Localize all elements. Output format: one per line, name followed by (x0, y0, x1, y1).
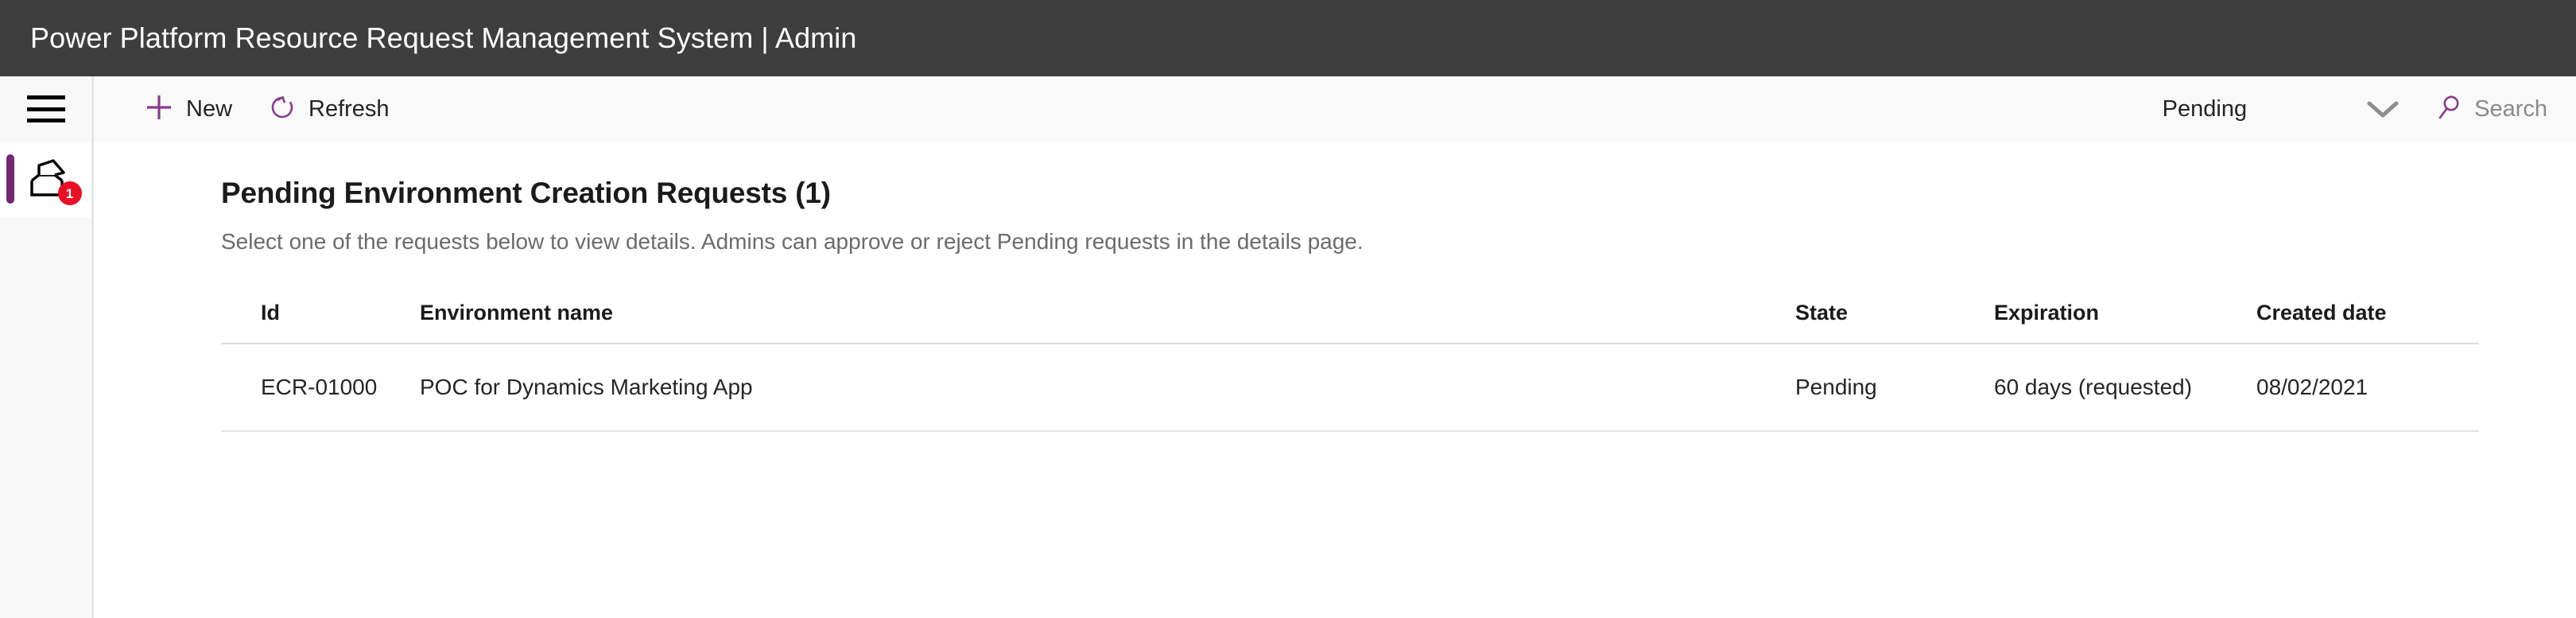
hamburger-menu-icon[interactable] (26, 95, 65, 122)
sidebar-selection-indicator (6, 154, 14, 204)
table-header: Id Environment name State Expiration Cre… (221, 301, 2479, 344)
hamburger-bar-2 (26, 107, 65, 111)
table-row[interactable]: ECR-01000 POC for Dynamics Marketing App… (221, 344, 2479, 432)
notification-badge: 1 (57, 181, 82, 205)
new-button[interactable]: New (140, 87, 237, 132)
inbox-tray-icon: 1 (28, 157, 82, 205)
cell-environment-name: POC for Dynamics Marketing App (420, 344, 1795, 432)
refresh-button-label: Refresh (308, 95, 390, 122)
table-body: ECR-01000 POC for Dynamics Marketing App… (221, 344, 2479, 432)
content-column: New Refresh Pending Search Pending Envir… (94, 76, 2576, 618)
sidebar-empty-space (0, 218, 91, 618)
page-subtitle: Select one of the requests below to view… (221, 229, 1364, 254)
hamburger-bar-3 (26, 119, 65, 122)
plus-icon (145, 93, 173, 126)
chevron-down-icon[interactable] (2365, 97, 2401, 121)
refresh-circular-arrow-icon (269, 94, 296, 125)
search-icon (2436, 94, 2463, 125)
app-header-bar: Power Platform Resource Request Manageme… (0, 0, 2576, 76)
column-header-created-date[interactable]: Created date (2256, 301, 2479, 344)
view-filter-value[interactable]: Pending (2163, 96, 2247, 122)
cell-created-date: 08/02/2021 (2256, 344, 2479, 432)
table-header-row: Id Environment name State Expiration Cre… (221, 301, 2479, 344)
cell-expiration: 60 days (requested) (1994, 344, 2256, 432)
requests-table-wrapper: Id Environment name State Expiration Cre… (221, 301, 2479, 432)
sidebar-item-requests[interactable]: 1 (0, 142, 91, 218)
search-input[interactable]: Search (2436, 94, 2547, 125)
command-bar-actions: New Refresh (140, 87, 394, 132)
command-bar: New Refresh Pending Search (94, 76, 2576, 142)
refresh-button[interactable]: Refresh (264, 87, 394, 131)
app-title: Power Platform Resource Request Manageme… (30, 21, 857, 54)
application-window: Power Platform Resource Request Manageme… (0, 0, 2576, 618)
cell-id: ECR-01000 (221, 344, 420, 432)
column-header-id[interactable]: Id (221, 301, 420, 344)
main-panel: Pending Environment Creation Requests (1… (94, 142, 2576, 618)
left-sidebar: 1 (0, 76, 94, 618)
page-title: Pending Environment Creation Requests (1… (221, 177, 831, 209)
search-placeholder-text: Search (2474, 95, 2547, 122)
hamburger-bar-1 (26, 95, 65, 99)
requests-table: Id Environment name State Expiration Cre… (221, 301, 2479, 432)
new-button-label: New (186, 95, 233, 122)
column-header-expiration[interactable]: Expiration (1994, 301, 2256, 344)
app-body: 1 New Refresh Pending Search Pending Env… (0, 76, 2576, 618)
column-header-environment-name[interactable]: Environment name (420, 301, 1795, 344)
cell-state: Pending (1795, 344, 1994, 432)
column-header-state[interactable]: State (1795, 301, 1994, 344)
command-bar-right: Pending Search (2163, 94, 2547, 125)
sidebar-menu-area (0, 76, 91, 142)
